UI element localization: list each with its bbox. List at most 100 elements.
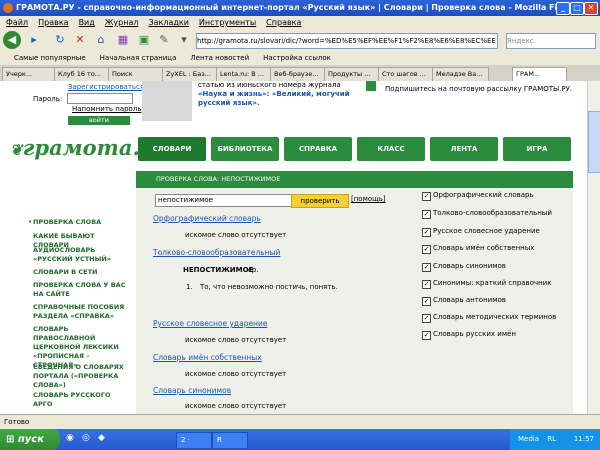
window-title-bar: ГРАМОТА.РУ - справочно-информационный ин… <box>0 0 600 16</box>
menu-view[interactable]: Вид <box>79 18 95 27</box>
left-link[interactable]: АУДИОСЛОВАРЬ «РУССКИЙ УСТНЫЙ» <box>33 246 128 264</box>
browser-tab[interactable]: ZyXEL : Баз... <box>162 67 219 81</box>
dict-checkbox[interactable]: ✓ <box>422 263 431 272</box>
dict-link-orth[interactable]: Орфографический словарь <box>153 214 261 223</box>
browser-tab[interactable]: Сто шагов ... <box>378 67 435 81</box>
dict-checkbox[interactable]: ✓ <box>422 228 431 237</box>
login-button[interactable]: войти <box>68 116 130 125</box>
tab-biblioteka[interactable]: БИБЛИОТЕКА <box>211 137 279 161</box>
dict-checkbox[interactable]: ✓ <box>422 280 431 289</box>
menu-help[interactable]: Справка <box>266 18 301 27</box>
browser-tab[interactable]: Меладзе Ва... <box>432 67 489 81</box>
dict-link-names[interactable]: Словарь имён собственных <box>153 353 262 362</box>
news-link[interactable]: русский язык». <box>198 99 260 108</box>
addon-icon[interactable]: ▾ <box>176 32 192 48</box>
clock: 11:57 <box>573 435 594 443</box>
dict-checkbox-label: Орфографический словарь <box>433 191 534 199</box>
logo-leaf-icon: ❦ <box>10 141 23 159</box>
dict-checkbox[interactable]: ✓ <box>422 297 431 306</box>
definition-text: То, что невозможно постичь, понять. <box>200 283 338 291</box>
browser-tab[interactable]: Поиск <box>108 67 165 81</box>
browser-tab[interactable]: Lenta.ru: В ... <box>216 67 273 81</box>
dict-link-tolk[interactable]: Толково-словообразовательный <box>153 248 280 257</box>
firefox-icon <box>3 3 13 13</box>
stop-icon[interactable]: ✕ <box>72 32 88 48</box>
status-text: Готово <box>4 418 30 426</box>
dict-checkbox[interactable]: ✓ <box>422 331 431 340</box>
tab-spravka[interactable]: СПРАВКА <box>284 137 352 161</box>
taskbar-firefox-group[interactable]: 2 · <box>176 432 212 449</box>
left-link[interactable]: СЛОВАРЬ РУССКОГО АРГО <box>33 391 128 409</box>
dict-link-syn[interactable]: Словарь синонимов <box>153 386 231 395</box>
search-input[interactable]: Яндекс <box>506 33 596 49</box>
left-link[interactable]: СПРАВОЧНЫЕ ПОСОБИЯ РАЗДЕЛА «СПРАВКА» <box>33 303 128 321</box>
menu-file[interactable]: Файл <box>6 18 28 27</box>
left-link[interactable]: ПРОВЕРКА СЛОВА <box>33 218 128 227</box>
entry-pos: ср. <box>248 266 259 274</box>
tab-lenta[interactable]: ЛЕНТА <box>430 137 498 161</box>
menu-bookmarks[interactable]: Закладки <box>148 18 188 27</box>
back-button[interactable]: ◀ <box>3 31 21 49</box>
forward-icon[interactable]: ▸ <box>26 32 42 48</box>
addon-icon[interactable]: ▣ <box>136 32 152 48</box>
password-label: Пароль: <box>33 95 63 103</box>
reload-icon[interactable]: ↻ <box>52 32 68 48</box>
bookmark-item[interactable]: Самые популярные <box>14 54 86 62</box>
menu-history[interactable]: Журнал <box>105 18 139 27</box>
subscribe-text[interactable]: Подпишитесь на почтовую рассылку ГРАМОТЫ… <box>385 85 572 93</box>
dict-checkbox[interactable]: ✓ <box>422 192 431 201</box>
bookmark-item[interactable]: Настройка ссылок <box>263 54 331 62</box>
dict-link-stress[interactable]: Русское словесное ударение <box>153 319 267 328</box>
browser-tab[interactable]: Учерк... <box>2 67 57 81</box>
dict-checkbox-label: Толково-словообразовательный <box>433 209 552 217</box>
dict-checkbox[interactable]: ✓ <box>422 314 431 323</box>
dict-checkbox[interactable]: ✓ <box>422 245 431 254</box>
taskbar-item[interactable]: R <box>212 432 248 449</box>
remind-password-link[interactable]: Напомнить пароль <box>72 105 141 113</box>
tab-klass[interactable]: КЛАСС <box>357 137 425 161</box>
dict-checkbox-label: Словарь русских имён <box>433 330 516 338</box>
dict-checkbox[interactable]: ✓ <box>422 210 431 219</box>
addon-icon[interactable]: ▦ <box>115 32 131 48</box>
minimize-button[interactable]: _ <box>556 2 570 15</box>
help-link[interactable]: [помощь] <box>351 195 386 203</box>
menu-edit[interactable]: Правка <box>38 18 68 27</box>
breadcrumb: ПРОВЕРКА СЛОВА: НЕПОСТИЖИМОЕ <box>136 171 573 188</box>
not-found-text: искомое слово отсутствует <box>185 231 287 239</box>
tray-language[interactable]: RL <box>547 435 556 443</box>
home-icon[interactable]: ⌂ <box>93 32 109 48</box>
register-link[interactable]: Зарегистрироваться <box>68 83 144 91</box>
tray-media[interactable]: Media <box>518 435 539 443</box>
quicklaunch-icon[interactable]: ◉ <box>66 433 74 443</box>
browser-tab[interactable]: Продукты ... <box>324 67 381 81</box>
word-input[interactable]: непостижимое <box>155 194 293 207</box>
start-button[interactable]: ⊞ пуск <box>0 429 60 450</box>
left-link[interactable]: ПРОВЕРКА СЛОВА У ВАС НА САЙТЕ <box>33 281 128 299</box>
tab-igra[interactable]: ИГРА <box>503 137 571 161</box>
bookmark-item[interactable]: Лента новостей <box>190 54 249 62</box>
windows-logo-icon: ⊞ <box>6 434 15 445</box>
dict-checkbox-label: Словарь антонимов <box>433 296 506 304</box>
browser-tab[interactable]: Веб-браузе... <box>270 67 327 81</box>
close-button[interactable]: ✕ <box>584 2 598 15</box>
menu-tools[interactable]: Инструменты <box>199 18 256 27</box>
scrollbar-thumb[interactable] <box>588 111 600 173</box>
news-link[interactable]: «Наука и жизнь»: «Великий, могучий <box>198 90 350 99</box>
check-button[interactable]: проверить <box>291 194 349 208</box>
left-link[interactable]: СВЕДЕНИЯ О СЛОВАРЯХ ПОРТАЛА («ПРОВЕРКА С… <box>33 363 128 390</box>
maximize-button[interactable]: □ <box>570 2 584 15</box>
password-field[interactable] <box>67 93 133 104</box>
tab-slovari[interactable]: СЛОВАРИ <box>138 137 206 161</box>
dict-checkbox-label: Словарь имён собственных <box>433 244 535 252</box>
quicklaunch-icon[interactable]: ◆ <box>98 433 105 443</box>
addon-icon[interactable]: ✎ <box>156 32 172 48</box>
browser-tab-active[interactable]: ГРАМ... <box>512 67 567 81</box>
url-bar[interactable]: http://gramota.ru/slovari/dic/?word=%ED%… <box>196 33 498 49</box>
news-text: статью из июньского номера журнала <box>198 81 341 89</box>
bookmark-item[interactable]: Начальная страница <box>100 54 177 62</box>
browser-tab[interactable]: Клуб 16 то... <box>54 67 111 81</box>
left-link[interactable]: СЛОВАРИ В СЕТИ <box>33 268 128 277</box>
magazine-image <box>142 81 192 121</box>
quicklaunch-icon[interactable]: ◎ <box>82 433 90 443</box>
bullet-icon: • <box>28 218 33 226</box>
